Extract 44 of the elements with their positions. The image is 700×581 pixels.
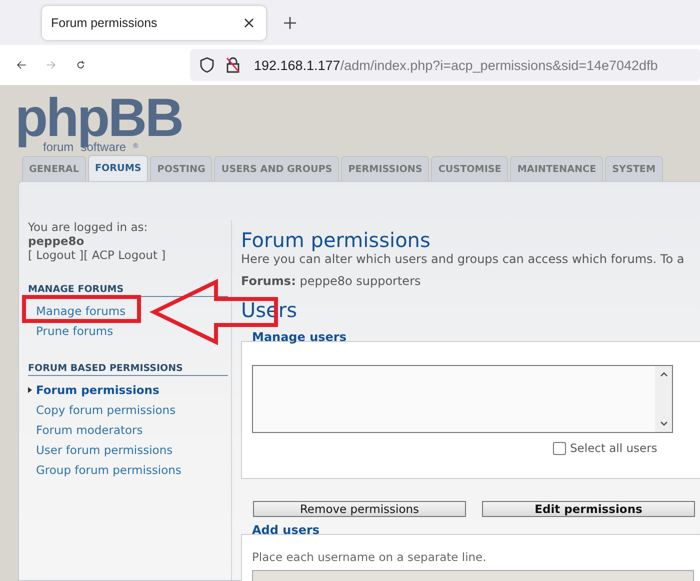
checkbox-label: Select all users — [570, 441, 658, 455]
form-button[interactable]: Remove permissions — [253, 501, 466, 517]
shield-icon[interactable] — [200, 57, 214, 73]
menu-link[interactable]: Forum permissions — [28, 380, 228, 400]
nav-tab[interactable]: FORUMS — [88, 155, 148, 181]
username: peppe8o — [28, 234, 86, 248]
broken-lock-icon[interactable] — [226, 57, 240, 73]
logged-in-label: You are logged in as: — [28, 220, 149, 234]
nav-tab[interactable]: MAINTENANCE — [510, 156, 604, 181]
scroll-down-icon[interactable] — [660, 421, 668, 426]
forums-value: peppe8o supporters — [300, 274, 421, 288]
acp-logout-link[interactable]: [ ACP Logout ] — [84, 248, 166, 262]
nav-tab[interactable]: CUSTOMISE — [431, 156, 508, 181]
page-title: Forum permissions — [241, 228, 432, 252]
close-icon[interactable] — [244, 18, 254, 28]
chevron-icon — [28, 387, 32, 393]
forums-label: Forums: — [241, 274, 296, 288]
form-button[interactable]: Edit permissions — [482, 501, 695, 517]
menu-link[interactable]: Manage forums — [28, 301, 228, 321]
page-description: Here you can alter which users and groups can access which forums. To a — [241, 252, 686, 266]
fieldset-legend: Add users — [252, 523, 320, 537]
hint-text: Place each username on a separate line. — [252, 550, 486, 564]
logout-link[interactable]: [ Logout ] — [28, 248, 84, 262]
browser-tab[interactable]: Forum permissions — [42, 6, 266, 40]
back-icon[interactable] — [17, 58, 26, 72]
users-list-field[interactable] — [252, 365, 673, 433]
fieldset-legend: Manage users — [252, 330, 346, 344]
nav-tab[interactable]: SYSTEM — [605, 156, 663, 181]
new-tab-icon[interactable] — [284, 16, 296, 28]
menu-section-heading: MANAGE FORUMS — [28, 278, 228, 297]
address-bar[interactable]: 192.168.1.177/adm/index.php?i=acp_permissions&sid=14e7042dfb — [190, 49, 700, 81]
menu-link[interactable]: Prune forums — [28, 321, 228, 341]
menu-link[interactable]: Group forum permissions — [28, 460, 228, 480]
menu-link[interactable]: Forum moderators — [28, 420, 228, 440]
scroll-up-icon[interactable] — [660, 372, 668, 377]
nav-tab[interactable]: PERMISSIONS — [341, 156, 430, 181]
menu-link[interactable]: Copy forum permissions — [28, 400, 228, 420]
nav-tab[interactable]: GENERAL — [22, 156, 86, 181]
nav-tab[interactable]: POSTING — [150, 156, 212, 181]
menu-link[interactable]: User forum permissions — [28, 440, 228, 460]
checkbox[interactable] — [553, 442, 566, 454]
scrollbar[interactable] — [655, 366, 672, 432]
menu-section-heading: FORUM BASED PERMISSIONS — [28, 357, 228, 376]
nav-tab[interactable]: USERS AND GROUPS — [214, 156, 340, 181]
